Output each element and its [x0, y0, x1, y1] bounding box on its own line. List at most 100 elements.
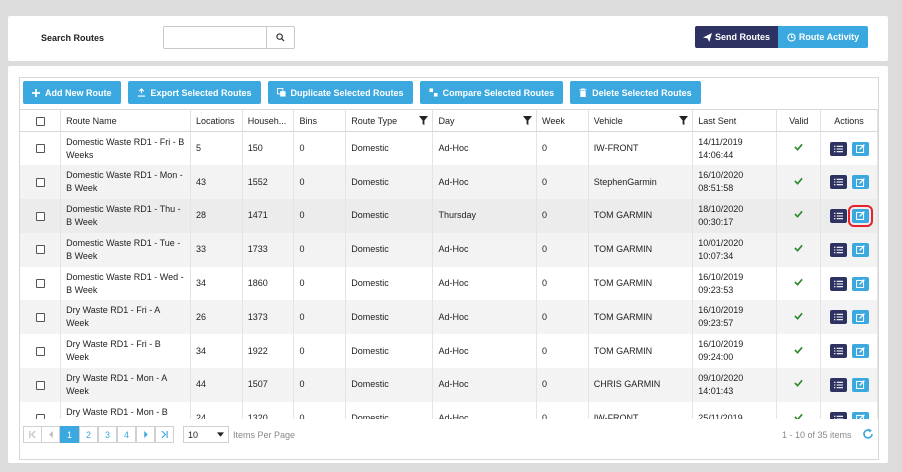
column-header-valid[interactable]: Valid [776, 109, 822, 132]
page-button-4[interactable]: 4 [117, 426, 136, 443]
route-details-button[interactable] [829, 411, 847, 419]
row-checkbox[interactable] [35, 211, 45, 221]
page-size-select[interactable]: 10 [183, 426, 229, 443]
check-icon [794, 245, 804, 253]
route-details-button[interactable] [829, 377, 847, 392]
table-row[interactable]: Dry Waste RD1 - Fri - B Week 34 1922 0 Domes… [20, 334, 878, 369]
row-checkbox[interactable] [35, 414, 45, 419]
add-new-route-button[interactable]: Add New Route [23, 81, 121, 104]
column-header-vehicle[interactable]: Vehicle [588, 109, 694, 132]
select-all-header [20, 109, 62, 132]
column-header-day[interactable]: Day [432, 109, 537, 132]
row-checkbox[interactable] [35, 380, 45, 390]
filter-icon[interactable] [679, 116, 689, 125]
households-cell: 1922 [242, 334, 295, 369]
table-row[interactable]: Domestic Waste RD1 - Mon - B Week 43 1552 0… [20, 165, 878, 200]
table-row[interactable]: Dry Waste RD1 - Fri - A Week 26 1373 0 Domes… [20, 300, 878, 335]
edit-route-button[interactable] [851, 276, 869, 291]
route-details-button[interactable] [829, 344, 847, 359]
last-sent-time: 14:01:43 [698, 385, 734, 396]
refresh-icon[interactable] [862, 428, 874, 440]
day-cell: Ad-Hoc [432, 131, 537, 166]
page-button-1[interactable]: 1 [60, 426, 79, 443]
row-checkbox[interactable] [35, 313, 45, 322]
table-row[interactable]: Dry Waste RD1 - Mon - B Week2413200Domes… [20, 401, 878, 419]
edit-route-button[interactable] [851, 242, 869, 257]
first-page-icon [29, 431, 36, 438]
row-checkbox[interactable] [35, 245, 45, 255]
row-checkbox[interactable] [35, 177, 45, 187]
list-icon [833, 280, 843, 287]
prev-page-button[interactable] [41, 426, 60, 443]
edit-icon [855, 380, 865, 390]
edit-route-button[interactable] [851, 377, 869, 392]
column-header-route-name[interactable]: Route Name [60, 109, 191, 132]
edit-route-button[interactable] [851, 175, 869, 190]
filter-icon[interactable] [419, 116, 429, 125]
vehicle-cell: CHRIS GARMIN [588, 368, 694, 402]
last-sent-cell: 25/11/2019 [692, 401, 778, 419]
row-select-cell [20, 165, 62, 200]
last-sent-cell: 09/10/2020 14:01:43 [692, 368, 778, 402]
table-row[interactable]: Dry Waste RD1 - Mon - A Week 44 1507 0 Domes… [20, 368, 878, 402]
page-size-value: 10 [188, 429, 199, 440]
last-sent-cell: 16/10/2019 09:23:53 [692, 266, 778, 301]
edit-route-button[interactable] [847, 204, 873, 227]
day-cell: Ad-Hoc [432, 334, 537, 369]
column-header-bins[interactable]: Bins [293, 109, 347, 132]
delete-selected-routes-button[interactable]: Delete Selected Routes [570, 81, 701, 104]
edit-route-button[interactable] [851, 411, 869, 419]
last-page-button[interactable] [155, 426, 174, 443]
route-name-cell: Dry Waste RD1 - Fri - A Week [60, 300, 191, 335]
actions-cell [820, 131, 878, 166]
column-header-week[interactable]: Week [536, 109, 589, 132]
column-header-households[interactable]: Househ... [242, 109, 295, 132]
filter-icon[interactable] [522, 116, 532, 125]
bins-cell: 0 [293, 131, 347, 166]
search-button[interactable] [267, 27, 294, 48]
page-button-3[interactable]: 3 [98, 426, 117, 443]
table-row[interactable]: Domestic Waste RD1 - Wed - B Week 34 1860 0… [20, 266, 878, 301]
route-details-button[interactable] [829, 141, 847, 156]
route-details-button[interactable] [829, 242, 847, 257]
column-header-route-type[interactable]: Route Type [345, 109, 434, 132]
last-sent-cell: 16/10/2019 09:24:00 [692, 334, 778, 369]
edit-route-button[interactable] [851, 141, 869, 156]
route-details-button[interactable] [829, 175, 847, 190]
search-input[interactable] [164, 27, 267, 48]
bins-cell: 0 [293, 199, 347, 233]
add-new-route-label: Add New Route [45, 87, 112, 98]
send-routes-button[interactable]: Send Routes [695, 26, 778, 48]
trash-icon [579, 88, 587, 97]
column-header-last-sent[interactable]: Last Sent [692, 109, 778, 132]
table-row[interactable]: Domestic Waste RD1 - Tue - B Week 33 1733 0… [20, 232, 878, 267]
page-button-2[interactable]: 2 [79, 426, 98, 443]
route-name-cell: Dry Waste RD1 - Mon - B Week [60, 401, 191, 419]
duplicate-icon [276, 88, 286, 97]
actions-cell [820, 165, 878, 200]
table-row[interactable]: Domestic Waste RD1 - Thu - B Week 28 1471 0… [20, 199, 878, 233]
route-activity-button[interactable]: Route Activity [778, 26, 868, 48]
export-selected-routes-button[interactable]: Export Selected Routes [127, 81, 261, 104]
edit-route-button[interactable] [851, 344, 869, 359]
row-checkbox[interactable] [35, 279, 45, 289]
valid-cell [776, 401, 822, 419]
vehicle-header-label: Vehicle [593, 115, 623, 126]
compare-selected-routes-button[interactable]: Compare Selected Routes [419, 81, 564, 104]
day-cell: Ad-Hoc [432, 401, 537, 419]
last-sent-date: 16/10/2019 [698, 305, 744, 316]
route-details-button[interactable] [829, 208, 847, 223]
select-all-checkbox[interactable] [35, 116, 45, 126]
route-details-button[interactable] [829, 276, 847, 291]
row-checkbox[interactable] [35, 346, 45, 356]
column-header-locations[interactable]: Locations [190, 109, 243, 132]
households-cell: 1733 [242, 232, 295, 267]
route-details-button[interactable] [829, 310, 847, 325]
valid-cell [776, 199, 822, 233]
row-checkbox[interactable] [35, 144, 45, 154]
duplicate-selected-routes-button[interactable]: Duplicate Selected Routes [267, 81, 413, 104]
next-page-button[interactable] [136, 426, 155, 443]
first-page-button[interactable] [23, 426, 42, 443]
table-row[interactable]: Domestic Waste RD1 - Fri - B Weeks 5 150 0 D… [20, 131, 878, 166]
edit-route-button[interactable] [851, 310, 869, 325]
